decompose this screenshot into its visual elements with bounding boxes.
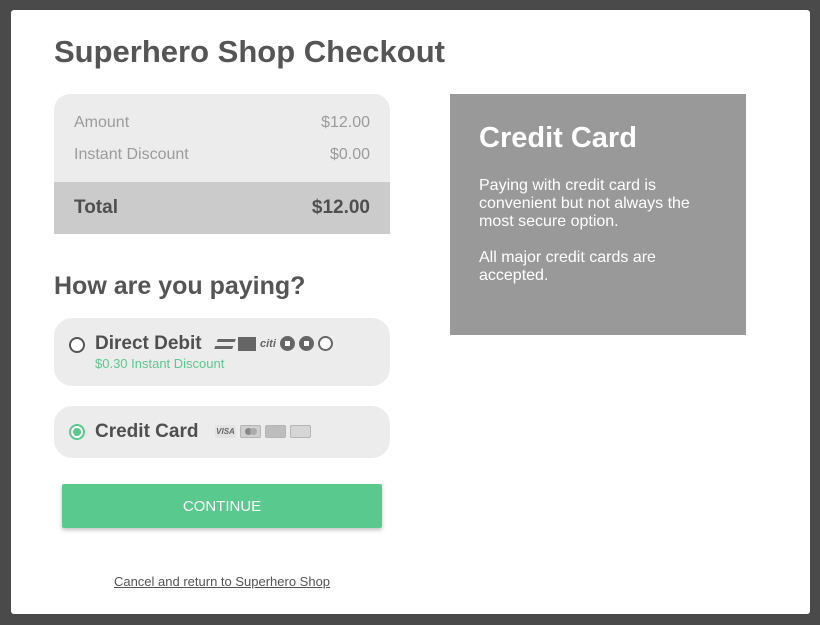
amount-value: $12.00	[321, 114, 370, 131]
discount-label: Instant Discount	[74, 146, 189, 163]
checkout-modal: Superhero Shop Checkout Amount $12.00 In…	[11, 10, 810, 614]
bank-logos: citi	[214, 336, 333, 351]
direct-debit-label: Direct Debit	[95, 333, 202, 354]
bank-wave-icon	[214, 338, 236, 349]
discount-value: $0.00	[329, 146, 370, 163]
amount-row: Amount $12.00	[74, 114, 370, 132]
credit-card-label: Credit Card	[95, 421, 199, 442]
info-paragraph-1: Paying with credit card is convenient bu…	[479, 177, 690, 230]
cancel-link[interactable]: Cancel and return to Superhero Shop	[54, 574, 390, 589]
citi-logo-icon: citi	[260, 337, 276, 350]
discount-row: Instant Discount $0.00	[74, 146, 370, 164]
total-row: Total $12.00	[54, 182, 390, 234]
chase-logo-icon	[279, 336, 295, 351]
usbank-logo-icon	[298, 336, 314, 351]
page-title: Superhero Shop Checkout	[54, 34, 445, 69]
payment-question: How are you paying?	[54, 272, 306, 300]
bank-logo-icon	[238, 336, 256, 351]
bank-arrow-icon	[317, 336, 333, 351]
mastercard-icon	[240, 425, 261, 438]
direct-debit-option[interactable]: Direct Debit citi $0.30 Instant Discount	[54, 318, 390, 386]
direct-debit-radio[interactable]	[69, 337, 85, 353]
info-title: Credit Card	[479, 122, 637, 154]
info-paragraph-2: All major credit cards are accepted.	[479, 249, 656, 284]
direct-debit-discount: $0.30 Instant Discount	[95, 356, 225, 371]
visa-icon: VISA	[215, 425, 236, 438]
amount-label: Amount	[74, 114, 130, 131]
payment-info-panel: Credit Card Paying with credit card is c…	[450, 94, 746, 335]
discover-icon	[290, 425, 311, 438]
order-summary: Amount $12.00 Instant Discount $0.00 Tot…	[54, 94, 390, 234]
total-value: $12.00	[311, 197, 370, 218]
card-logos: VISA	[215, 425, 311, 438]
amex-icon	[265, 425, 286, 438]
total-label: Total	[74, 197, 118, 218]
continue-button[interactable]: CONTINUE	[62, 484, 382, 528]
credit-card-radio[interactable]	[69, 424, 85, 440]
credit-card-option[interactable]: Credit Card VISA	[54, 406, 390, 458]
